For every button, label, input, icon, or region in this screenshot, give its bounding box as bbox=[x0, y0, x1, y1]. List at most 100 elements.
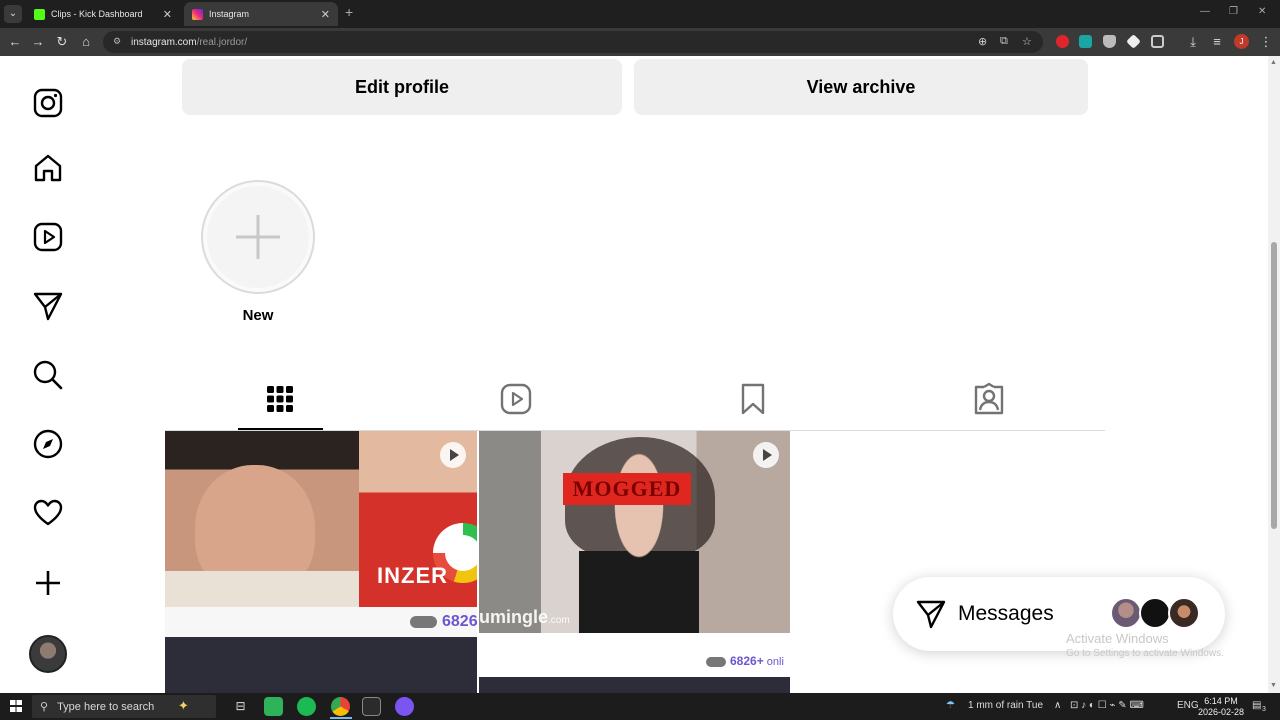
tray-chevron-icon[interactable]: ∧ bbox=[1054, 700, 1061, 711]
post-tile[interactable]: MOGGED umingle.com bbox=[479, 431, 790, 633]
watermark-name: umingle bbox=[479, 607, 549, 627]
windows-start-icon[interactable] bbox=[10, 700, 22, 712]
page-scrollbar[interactable]: ▲ ▼ bbox=[1268, 56, 1280, 693]
messages-icon bbox=[916, 600, 946, 629]
tab-instagram[interactable]: Instagram ✕ bbox=[184, 2, 338, 26]
language-indicator[interactable]: ENG bbox=[1177, 700, 1199, 711]
instagram-favicon-icon bbox=[192, 8, 203, 20]
activate-windows-watermark: Activate Windows Go to Settings to activ… bbox=[1066, 631, 1224, 659]
messages-icon[interactable] bbox=[32, 290, 64, 322]
tray-icons[interactable]: ⊡ ♪ ◐ ☐ ⌁ ✎ ⌨ bbox=[1070, 700, 1144, 711]
tab-title: Clips - Kick Dashboard bbox=[51, 9, 143, 19]
chrome-icon[interactable] bbox=[331, 697, 350, 716]
tab-search-button[interactable]: ⌄ bbox=[4, 5, 22, 23]
clock-date: 2026-02-28 bbox=[1198, 707, 1245, 717]
view-archive-button[interactable]: View archive bbox=[634, 59, 1088, 115]
plus-icon bbox=[236, 215, 280, 259]
zoom-icon[interactable]: ⊕ bbox=[978, 35, 987, 48]
tab-kick-dashboard[interactable]: Clips - Kick Dashboard ✕ bbox=[26, 2, 180, 26]
extension-shield-icon[interactable] bbox=[1103, 35, 1116, 48]
activate-subtitle: Go to Settings to activate Windows. bbox=[1066, 648, 1224, 659]
reload-icon[interactable]: ↻ bbox=[53, 33, 71, 51]
taskbar-search-placeholder: Type here to search bbox=[57, 700, 155, 713]
minimize-icon[interactable]: — bbox=[1200, 6, 1210, 17]
scroll-up-icon[interactable]: ▲ bbox=[1270, 59, 1277, 66]
tagged-icon[interactable] bbox=[972, 382, 1006, 416]
weather-icon[interactable]: ☂ bbox=[946, 700, 955, 711]
install-app-icon[interactable]: ⧉ bbox=[1000, 35, 1008, 48]
taskbar-clock[interactable]: 6:14 PM 2026-02-28 bbox=[1198, 696, 1244, 718]
extension-red-icon[interactable] bbox=[1056, 35, 1069, 48]
notification-center-icon[interactable]: ▤ bbox=[1252, 700, 1261, 711]
post-overlay-text: INZER bbox=[377, 563, 448, 588]
close-window-icon[interactable]: ✕ bbox=[1258, 6, 1266, 17]
weather-text[interactable]: 1 mm of rain Tue bbox=[968, 700, 1043, 711]
post-thumbnail-face bbox=[165, 431, 359, 607]
extension-diamond-icon[interactable] bbox=[1126, 34, 1141, 49]
post-watermark: umingle.com bbox=[479, 607, 570, 628]
post-counter: 6826 bbox=[442, 613, 477, 630]
saved-icon[interactable] bbox=[736, 382, 770, 416]
post-tile[interactable] bbox=[479, 677, 790, 693]
post-counter: 6826+ onli bbox=[730, 654, 784, 668]
search-icon: ⚲ bbox=[40, 701, 49, 713]
scroll-down-icon[interactable]: ▼ bbox=[1270, 682, 1277, 689]
reel-play-icon bbox=[440, 442, 466, 468]
close-tab-icon[interactable]: ✕ bbox=[321, 8, 330, 21]
profile-avatar-icon[interactable]: J bbox=[1234, 34, 1249, 49]
extension-translate-icon[interactable] bbox=[1079, 35, 1092, 48]
posts-grid-icon[interactable] bbox=[263, 382, 297, 416]
taskbar-app-green-icon[interactable] bbox=[264, 697, 283, 716]
profile-avatar[interactable] bbox=[29, 635, 67, 673]
explore-icon[interactable] bbox=[32, 428, 64, 460]
close-tab-icon[interactable]: ✕ bbox=[163, 8, 172, 21]
url-host: instagram.com bbox=[131, 36, 197, 48]
watermark-suffix: .com bbox=[548, 615, 570, 626]
extensions-puzzle-icon[interactable] bbox=[1151, 35, 1164, 48]
notifications-icon[interactable] bbox=[32, 497, 64, 529]
tab-title: Instagram bbox=[209, 9, 250, 19]
home-icon[interactable] bbox=[32, 152, 64, 184]
instagram-page: Edit profile View archive New INZER 6826 bbox=[0, 56, 1280, 693]
reel-play-icon bbox=[753, 442, 779, 468]
message-avatar bbox=[1168, 597, 1200, 629]
messages-label: Messages bbox=[958, 602, 1054, 625]
discord-icon[interactable] bbox=[395, 697, 414, 716]
browser-tab-bar: ⌄ Clips - Kick Dashboard ✕ Instagram ✕ +… bbox=[0, 0, 1280, 28]
activate-title: Activate Windows bbox=[1066, 631, 1169, 646]
scrollbar-thumb[interactable] bbox=[1271, 242, 1277, 529]
counter-suffix: onli bbox=[763, 656, 784, 668]
notification-count: 3 bbox=[1262, 706, 1266, 713]
post-tile[interactable]: INZER bbox=[165, 431, 477, 607]
create-icon[interactable] bbox=[32, 567, 64, 599]
home-button-icon[interactable]: ⌂ bbox=[77, 33, 95, 51]
new-highlight-button[interactable] bbox=[201, 180, 315, 294]
downloads-icon[interactable]: ⤓ bbox=[1184, 33, 1202, 51]
taskbar-search-box[interactable]: ⚲ Type here to search ✦ bbox=[32, 695, 216, 718]
post-stamp-text: MOGGED bbox=[563, 473, 691, 505]
url-path: /real.jordor/ bbox=[196, 36, 248, 48]
reels-icon[interactable] bbox=[32, 221, 64, 253]
address-bar[interactable]: ⚙ instagram.com/real.jordor/ ⊕ ⧉ ☆ bbox=[103, 31, 1043, 53]
active-app-indicator bbox=[330, 717, 352, 719]
new-tab-icon[interactable]: + bbox=[345, 4, 353, 20]
back-icon[interactable]: ← bbox=[6, 33, 24, 51]
toggle-icon bbox=[706, 657, 726, 667]
post-tile-footer: 6826+ onli bbox=[479, 633, 790, 677]
menu-kebab-icon[interactable]: ⋮ bbox=[1257, 33, 1275, 51]
edit-profile-button[interactable]: Edit profile bbox=[182, 59, 622, 115]
forward-icon[interactable]: → bbox=[29, 33, 47, 51]
reels-tab-icon[interactable] bbox=[499, 382, 533, 416]
maximize-icon[interactable]: ❐ bbox=[1229, 6, 1238, 17]
post-tile[interactable] bbox=[165, 637, 477, 693]
bookmark-star-icon[interactable]: ☆ bbox=[1022, 35, 1032, 48]
search-icon[interactable] bbox=[32, 359, 64, 391]
toggle-icon bbox=[410, 616, 437, 628]
browser-toolbar: ← → ↻ ⌂ ⚙ instagram.com/real.jordor/ ⊕ ⧉… bbox=[0, 28, 1280, 56]
task-view-icon[interactable]: ⊟ bbox=[231, 697, 250, 716]
spotify-icon[interactable] bbox=[297, 697, 316, 716]
instagram-logo-icon[interactable] bbox=[32, 87, 64, 119]
site-info-icon[interactable]: ⚙ bbox=[113, 36, 125, 48]
reading-list-icon[interactable]: ≡ bbox=[1208, 33, 1226, 51]
capcut-icon[interactable] bbox=[362, 697, 381, 716]
